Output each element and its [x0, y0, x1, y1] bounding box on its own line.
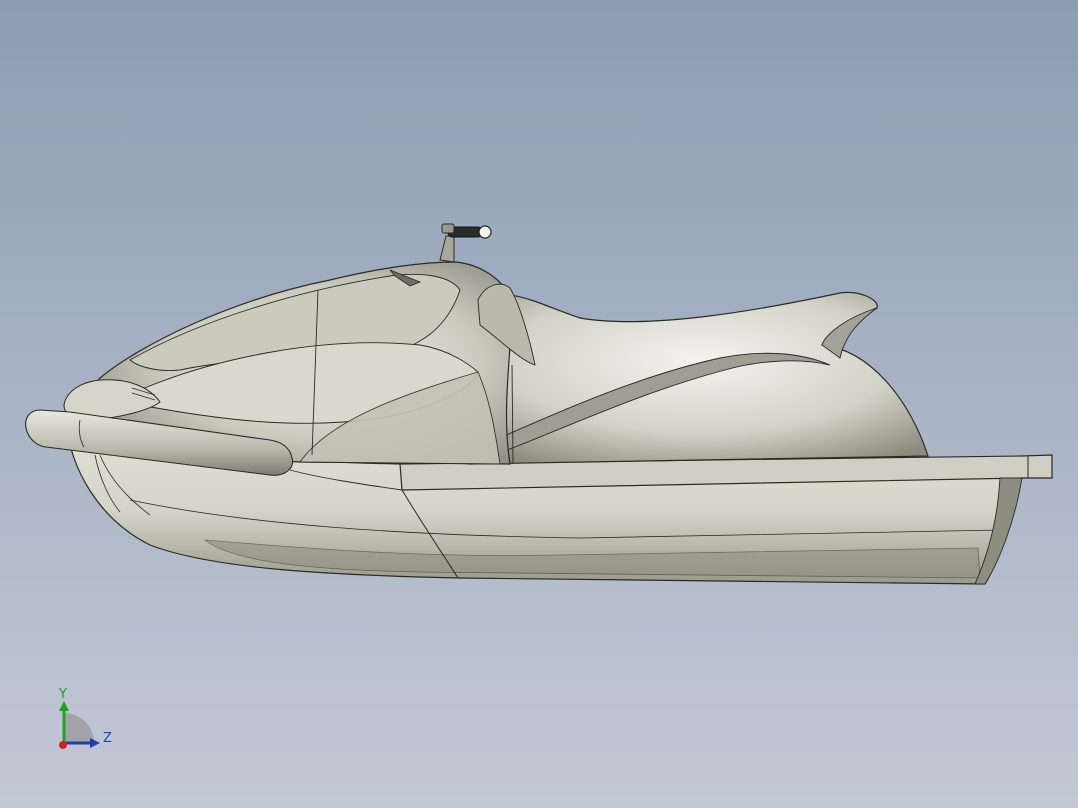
graphics-viewport[interactable]: Y Z	[0, 0, 1078, 808]
handlebar-clamp	[441, 223, 455, 234]
jet-ski-model[interactable]	[0, 0, 1078, 808]
triad-z-label: Z	[103, 731, 112, 746]
handlebar-end-cap	[478, 225, 492, 239]
triad-y-label: Y	[59, 687, 67, 702]
handlebar-post[interactable]	[439, 235, 455, 263]
coordinate-triad: Y Z	[50, 685, 120, 755]
